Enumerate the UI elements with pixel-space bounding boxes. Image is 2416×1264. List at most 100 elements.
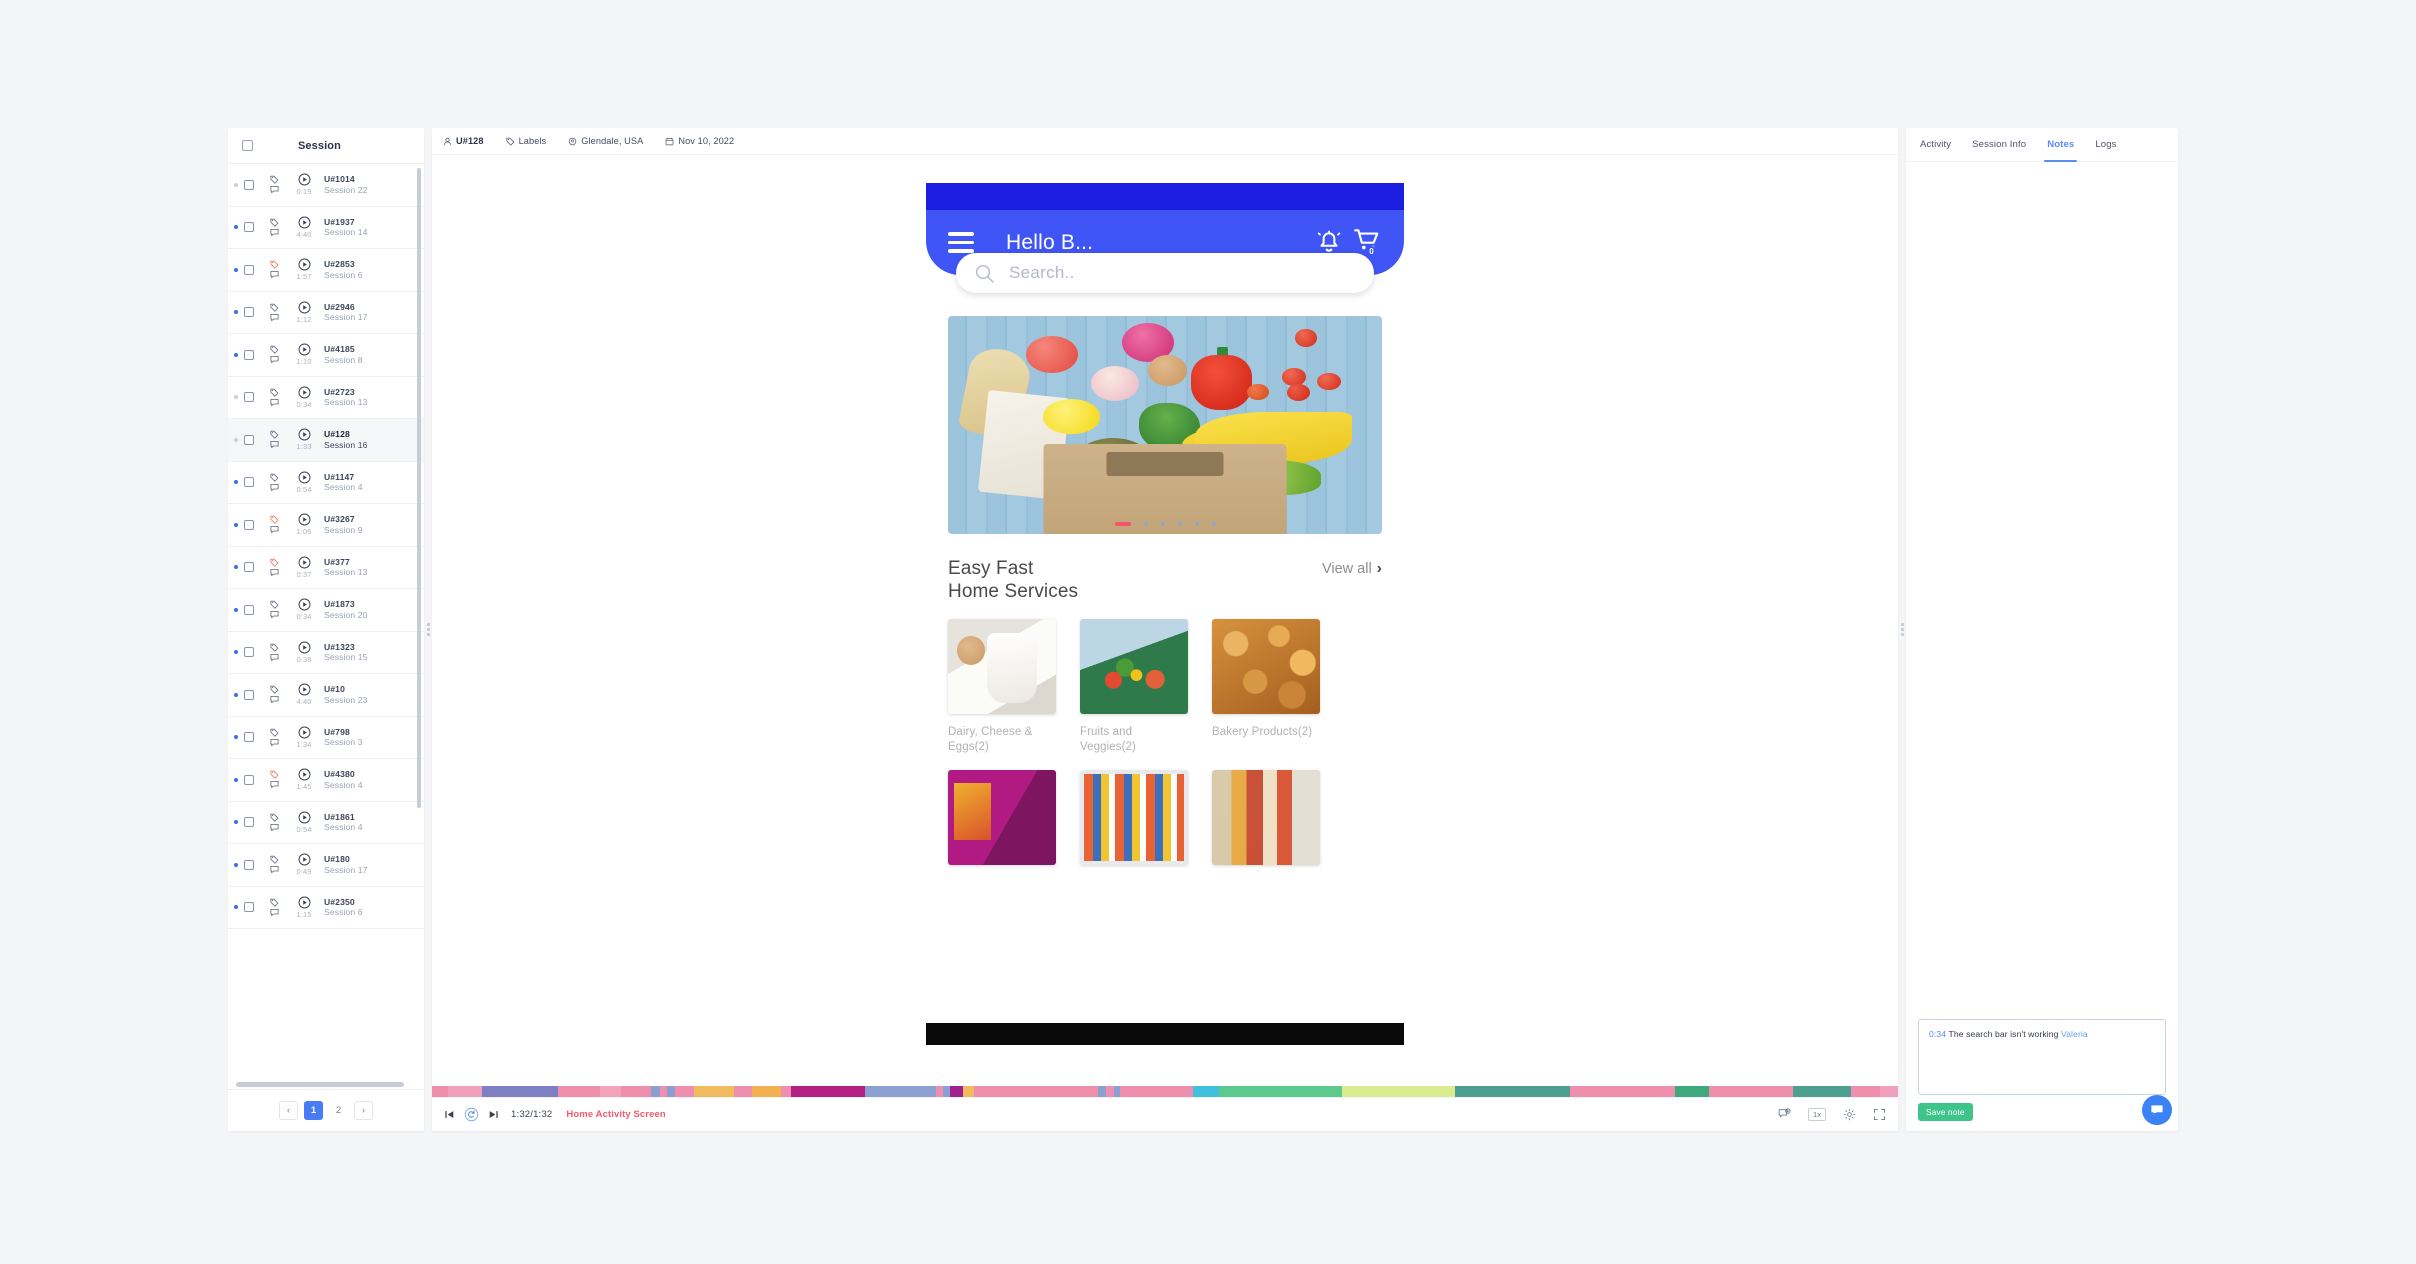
session-row[interactable]: 0:37 U#377 Session 13 bbox=[228, 546, 424, 589]
timeline-segment[interactable] bbox=[751, 1086, 781, 1097]
skip-to-start-button[interactable] bbox=[444, 1109, 455, 1120]
meta-location[interactable]: Glendale, USA bbox=[568, 136, 643, 146]
meta-labels[interactable]: Labels bbox=[506, 136, 547, 146]
note-timestamp[interactable]: 0:34 bbox=[1929, 1029, 1946, 1039]
session-play-button[interactable]: 0:34 bbox=[289, 598, 319, 621]
session-flags[interactable] bbox=[263, 175, 285, 194]
playback-timeline[interactable] bbox=[432, 1086, 1899, 1097]
session-checkbox[interactable] bbox=[244, 732, 254, 743]
session-checkbox[interactable] bbox=[244, 817, 254, 828]
session-row[interactable]: 1:45 U#4380 Session 4 bbox=[228, 759, 424, 802]
session-checkbox[interactable] bbox=[244, 519, 254, 530]
timeline-segment[interactable] bbox=[780, 1086, 792, 1097]
session-row[interactable]: 1:15 U#2350 Session 6 bbox=[228, 886, 424, 929]
playback-speed-button[interactable]: 1x bbox=[1807, 1108, 1826, 1121]
timeline-segment[interactable] bbox=[963, 1086, 974, 1097]
replay-button[interactable] bbox=[464, 1107, 479, 1122]
session-checkbox[interactable] bbox=[244, 179, 254, 190]
session-row[interactable]: 1:34 U#798 Session 3 bbox=[228, 716, 424, 759]
timeline-segment[interactable] bbox=[1098, 1086, 1107, 1097]
session-flags[interactable] bbox=[263, 685, 285, 704]
session-checkbox[interactable] bbox=[244, 222, 254, 233]
session-row[interactable]: 1:10 U#4185 Session 8 bbox=[228, 334, 424, 377]
session-checkbox[interactable] bbox=[244, 392, 254, 403]
session-play-button[interactable]: 0:54 bbox=[289, 811, 319, 834]
session-flags[interactable] bbox=[263, 303, 285, 322]
session-row[interactable]: 4:40 U#1937 Session 14 bbox=[228, 206, 424, 249]
session-row[interactable]: 1:06 U#3267 Session 9 bbox=[228, 504, 424, 547]
timeline-segment[interactable] bbox=[620, 1086, 651, 1097]
category-card[interactable]: Fruits and Veggies(2) bbox=[1080, 619, 1188, 754]
pagination-prev[interactable]: ‹ bbox=[279, 1101, 298, 1120]
timeline-segment[interactable] bbox=[1793, 1086, 1851, 1097]
session-row[interactable]: 0:34 U#2723 Session 13 bbox=[228, 376, 424, 419]
carousel-dots[interactable] bbox=[948, 521, 1382, 526]
timeline-segment[interactable] bbox=[1675, 1086, 1710, 1097]
session-flags[interactable] bbox=[263, 728, 285, 747]
session-flags[interactable] bbox=[263, 770, 285, 789]
session-flags[interactable] bbox=[263, 855, 285, 874]
timeline-segment[interactable] bbox=[1120, 1086, 1193, 1097]
session-flags[interactable] bbox=[263, 388, 285, 407]
tab-session-info[interactable]: Session Info bbox=[1972, 128, 2026, 162]
timeline-segment[interactable] bbox=[949, 1086, 964, 1097]
category-card[interactable]: Dairy, Cheese & Eggs(2) bbox=[948, 619, 1056, 754]
session-flags[interactable] bbox=[263, 558, 285, 577]
session-row[interactable]: 0:34 U#1873 Session 20 bbox=[228, 589, 424, 632]
timeline-segment[interactable] bbox=[791, 1086, 865, 1097]
session-play-button[interactable]: 1:57 bbox=[289, 258, 319, 281]
timeline-segment[interactable] bbox=[1192, 1086, 1219, 1097]
timeline-segment[interactable] bbox=[1454, 1086, 1571, 1097]
session-row[interactable]: 4:40 U#10 Session 23 bbox=[228, 674, 424, 717]
session-play-button[interactable]: 1:33 bbox=[289, 428, 319, 451]
session-play-button[interactable]: 1:45 bbox=[289, 768, 319, 791]
meta-date[interactable]: Nov 10, 2022 bbox=[665, 136, 734, 146]
category-card[interactable] bbox=[1080, 770, 1188, 876]
timeline-segment[interactable] bbox=[599, 1086, 621, 1097]
mobile-screen-recording[interactable]: Hello B... 0 Search.. Easy Fast Home Ser… bbox=[926, 183, 1404, 1045]
timeline-segment[interactable] bbox=[1106, 1086, 1114, 1097]
hero-banner-image[interactable] bbox=[948, 316, 1382, 534]
session-row[interactable]: 1:33 U#128 Session 16 bbox=[228, 419, 424, 462]
session-checkbox[interactable] bbox=[244, 349, 254, 360]
timeline-segment[interactable] bbox=[1570, 1086, 1676, 1097]
session-checkbox[interactable] bbox=[244, 477, 254, 488]
session-row[interactable]: 0:54 U#1861 Session 4 bbox=[228, 801, 424, 844]
session-flags[interactable] bbox=[263, 218, 285, 237]
session-flags[interactable] bbox=[263, 600, 285, 619]
sessions-vertical-scrollbar[interactable] bbox=[417, 168, 421, 808]
timeline-segment[interactable] bbox=[557, 1086, 600, 1097]
session-flags[interactable] bbox=[263, 643, 285, 662]
search-field[interactable]: Search.. bbox=[956, 253, 1374, 293]
category-card[interactable] bbox=[948, 770, 1056, 876]
session-checkbox[interactable] bbox=[244, 264, 254, 275]
session-row[interactable]: 0:49 U#180 Session 17 bbox=[228, 844, 424, 887]
category-card[interactable]: Bakery Products(2) bbox=[1212, 619, 1320, 754]
pagination-page-2[interactable]: 2 bbox=[329, 1101, 348, 1120]
sessions-horizontal-scrollbar[interactable] bbox=[236, 1082, 404, 1087]
session-play-button[interactable]: 1:15 bbox=[289, 896, 319, 919]
session-play-button[interactable]: 1:12 bbox=[289, 301, 319, 324]
session-play-button[interactable]: 4:40 bbox=[289, 216, 319, 239]
fullscreen-icon[interactable] bbox=[1873, 1108, 1886, 1121]
timeline-segment[interactable] bbox=[935, 1086, 944, 1097]
session-checkbox[interactable] bbox=[244, 647, 254, 658]
timeline-segment[interactable] bbox=[973, 1086, 1099, 1097]
session-play-button[interactable]: 0:49 bbox=[289, 853, 319, 876]
session-flags[interactable] bbox=[263, 430, 285, 449]
pagination-next[interactable]: › bbox=[354, 1101, 373, 1120]
session-checkbox[interactable] bbox=[244, 307, 254, 318]
session-play-button[interactable]: 1:06 bbox=[289, 513, 319, 536]
session-row[interactable]: 0:19 U#1014 Session 22 bbox=[228, 164, 424, 207]
select-all-checkbox[interactable] bbox=[242, 140, 253, 151]
session-checkbox[interactable] bbox=[244, 562, 254, 573]
timeline-segment[interactable] bbox=[864, 1086, 936, 1097]
add-comment-icon[interactable] bbox=[1778, 1108, 1791, 1121]
session-play-button[interactable]: 0:19 bbox=[289, 173, 319, 196]
timeline-segment[interactable] bbox=[447, 1086, 482, 1097]
right-panel-resize-handle[interactable] bbox=[1898, 128, 1906, 1131]
session-row[interactable]: 0:38 U#1323 Session 15 bbox=[228, 631, 424, 674]
support-chat-button[interactable] bbox=[2142, 1095, 2172, 1125]
session-flags[interactable] bbox=[263, 515, 285, 534]
timeline-segment[interactable] bbox=[694, 1086, 734, 1097]
